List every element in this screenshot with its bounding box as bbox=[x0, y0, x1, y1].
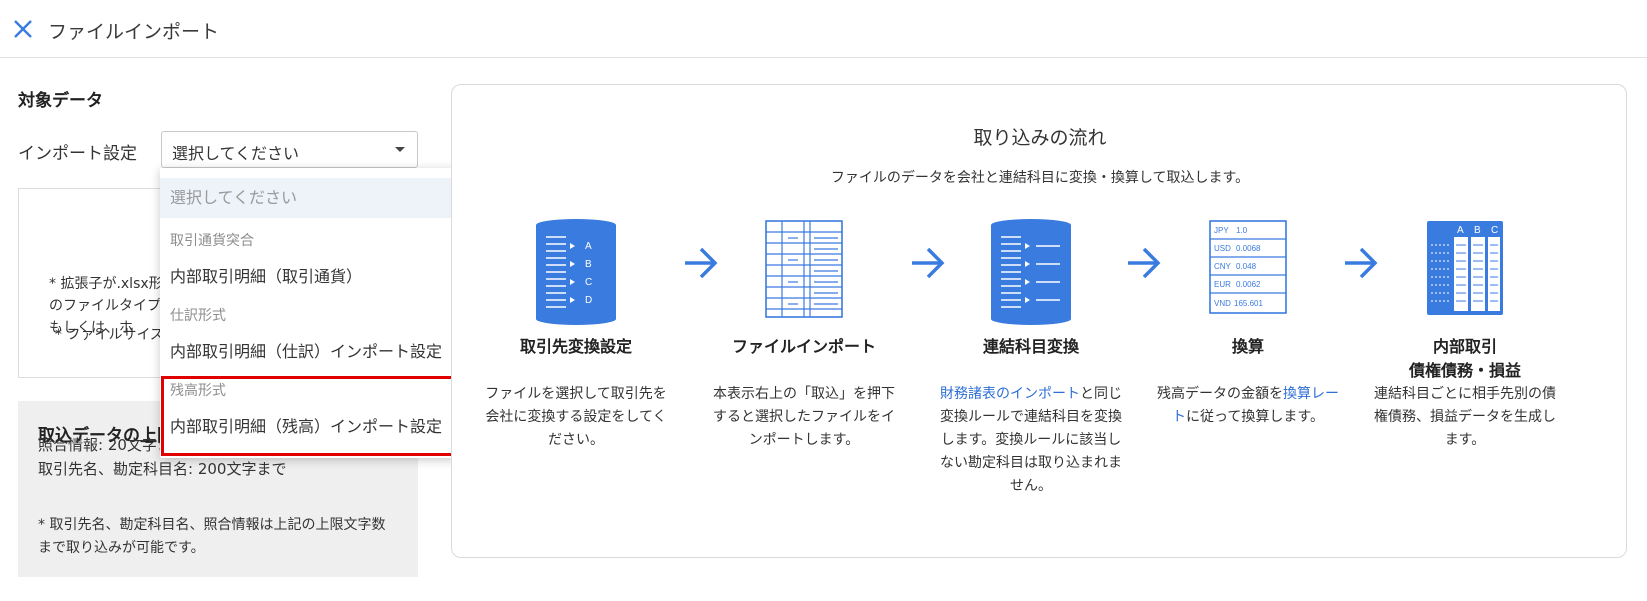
page-title: ファイルインポート bbox=[48, 21, 220, 43]
step-description: ファイルを選択して取引先を会社に変換する設定をしてください。 bbox=[485, 386, 667, 448]
step-description: 残高データの金額を換算レートに従って換算します。 bbox=[1151, 383, 1345, 429]
dropdown-group-label: 仕訳形式 bbox=[170, 308, 226, 324]
select-value: 選択してください bbox=[172, 144, 300, 163]
rate-value: 0.0062 bbox=[1236, 280, 1261, 289]
import-flow-panel: 取り込みの流れ ファイルのデータを会社と連結科目に変換・換算して取込します。 A… bbox=[451, 84, 1627, 558]
rate-currency: JPY bbox=[1214, 226, 1229, 235]
top-bar: ファイルインポート bbox=[0, 0, 1647, 58]
step-title: 連結科目変換 bbox=[982, 337, 1079, 356]
exchange-rate-table-icon: JPY 1.0 USD 0.0068 CNY 0.048 EUR 0.0062 … bbox=[1209, 220, 1287, 314]
step-title: 換算 bbox=[1231, 337, 1264, 356]
step-description: 本表示右上の「取込」を押下すると選択したファイルをインポートします。 bbox=[713, 386, 895, 448]
step-title-line: 債権債務・損益 bbox=[1408, 361, 1521, 380]
step-title-line: 内部取引 bbox=[1432, 337, 1497, 356]
highlight-box bbox=[161, 376, 458, 456]
limits-note: * 取引先名、勘定科目名、照合情報は上記の上限文字数まで取り込みが可能です。 bbox=[38, 517, 386, 556]
sheet-header: B bbox=[1474, 225, 1481, 236]
close-icon bbox=[14, 20, 32, 38]
cylinder-letter: D bbox=[585, 295, 592, 306]
flow-title: 取り込みの流れ bbox=[973, 127, 1107, 149]
import-setting-label: インポート設定 bbox=[18, 144, 137, 164]
rate-value: 0.0068 bbox=[1236, 244, 1261, 253]
cylinder-letter: C bbox=[585, 277, 592, 288]
ledger-sheet-icon: A B C bbox=[1427, 221, 1503, 315]
rate-value: 165.601 bbox=[1234, 299, 1263, 308]
cylinder-letter: B bbox=[585, 259, 592, 270]
rate-currency: CNY bbox=[1214, 262, 1232, 271]
rate-currency: USD bbox=[1214, 244, 1231, 253]
rate-value: 0.048 bbox=[1236, 262, 1257, 271]
target-data-heading: 対象データ bbox=[18, 91, 103, 111]
database-icon: A B C D bbox=[536, 219, 616, 325]
sheet-header: C bbox=[1491, 225, 1498, 236]
rate-value: 1.0 bbox=[1236, 226, 1248, 235]
cylinder-letter: A bbox=[585, 241, 592, 252]
rate-currency: EUR bbox=[1214, 280, 1231, 289]
step-title: 内部取引債権債務・損益 bbox=[1360, 335, 1570, 383]
flow-subtitle: ファイルのデータを会社と連結科目に変換・換算して取込します。 bbox=[830, 170, 1250, 186]
rate-currency: VND bbox=[1214, 299, 1231, 308]
sheet-header: A bbox=[1457, 225, 1464, 236]
dropdown-group-label: 取引通貨突合 bbox=[170, 233, 254, 249]
step-description-text: と同じ変換ルールで連結科目を変換します。変換ルールに該当しない勘定科目は取り込ま… bbox=[940, 386, 1122, 494]
dropdown-option-placeholder[interactable]: 選択してください bbox=[160, 178, 457, 218]
close-button[interactable] bbox=[8, 14, 38, 44]
dropdown-option[interactable]: 内部取引明細（取引通貨） bbox=[160, 263, 457, 287]
spreadsheet-icon bbox=[765, 220, 843, 318]
import-setting-select[interactable]: 選択してください bbox=[161, 131, 418, 168]
step-title: ファイルインポート bbox=[731, 337, 876, 356]
database-convert-icon bbox=[991, 219, 1071, 325]
financial-import-link[interactable]: 財務諸表のインポート bbox=[940, 386, 1080, 402]
caret-down-icon bbox=[395, 147, 405, 152]
step-description: 財務諸表のインポートと同じ変換ルールで連結科目を変換します。変換ルールに該当しな… bbox=[934, 383, 1128, 498]
step-description-text: 残高データの金額を bbox=[1157, 386, 1283, 402]
step-title: 取引先変換設定 bbox=[519, 337, 632, 356]
dropdown-option[interactable]: 内部取引明細（仕訳）インポート設定 bbox=[160, 338, 457, 362]
step-description-text: に従って換算します。 bbox=[1186, 409, 1324, 425]
limits-line-names: 取引先名、勘定科目名: 200文字まで bbox=[38, 460, 287, 478]
step-description: 連結科目ごとに相手先別の債権債務、損益データを生成します。 bbox=[1374, 386, 1556, 448]
